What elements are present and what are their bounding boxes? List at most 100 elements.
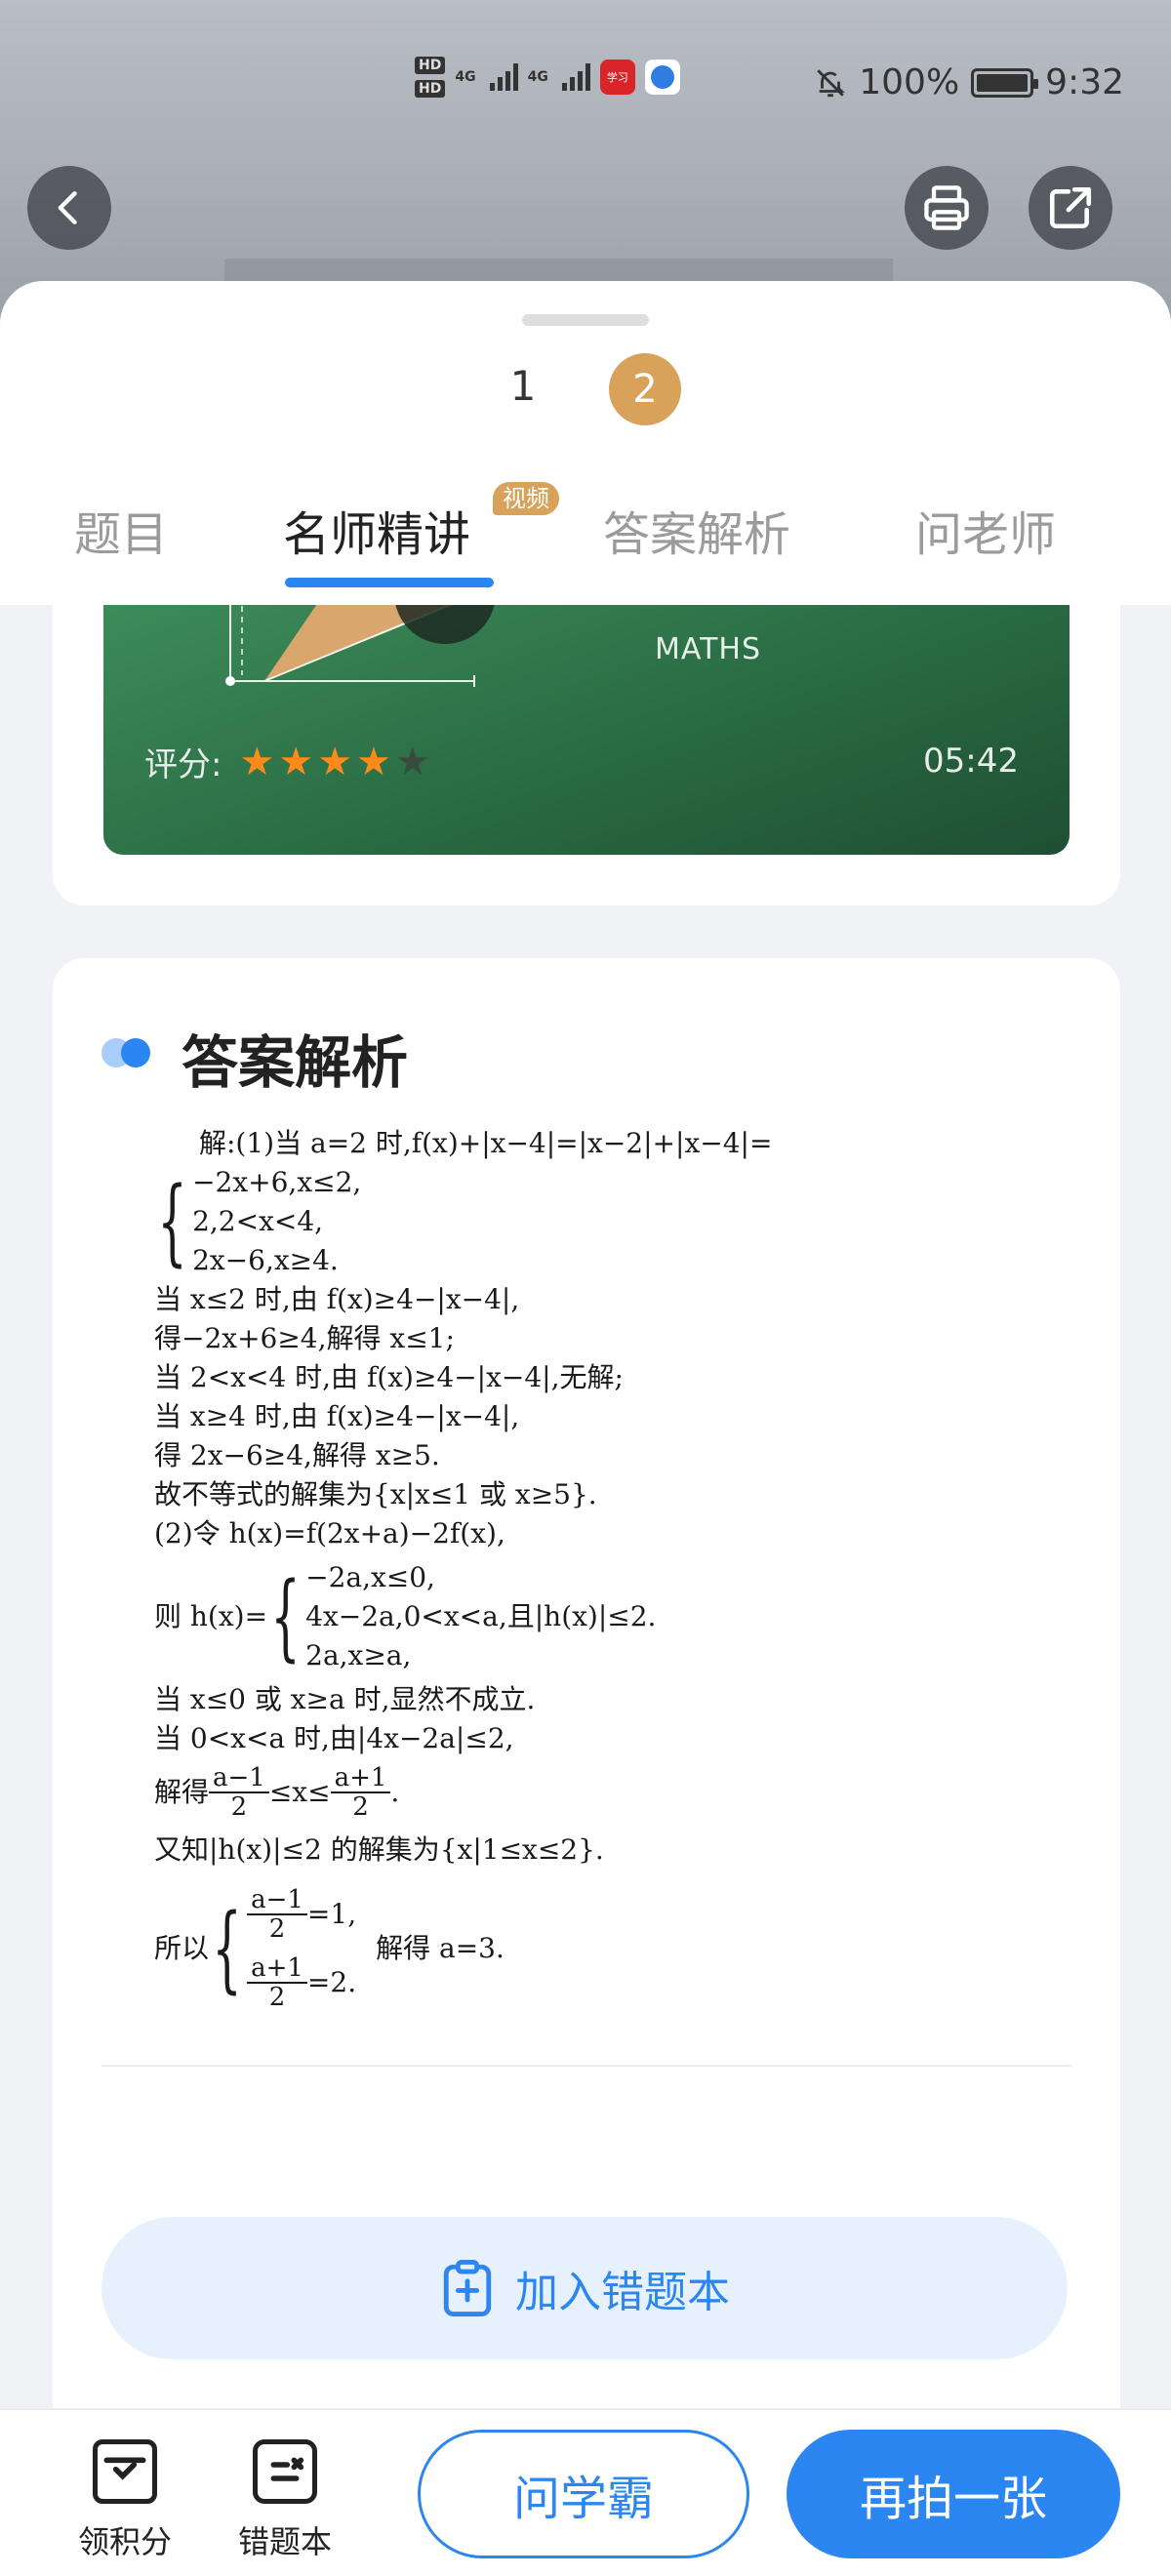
sheet-header: 1 2 题目 名师精讲 视频 答案解析 问老师 xyxy=(0,281,1171,605)
signal-bars-icon xyxy=(489,63,518,91)
fraction-numerator: a−1 xyxy=(247,1886,307,1915)
video-badge: 视频 xyxy=(493,482,559,515)
solution-text: =1, xyxy=(306,1898,357,1930)
video-rating: 评分: ★ ★ ★ ★ ★ xyxy=(144,738,430,785)
drag-handle[interactable] xyxy=(522,314,649,326)
fraction: a+1 2 xyxy=(330,1764,391,1822)
solution-line: 2x−6,x≥4. xyxy=(192,1244,339,1276)
active-tab-indicator xyxy=(285,578,494,587)
signal-bars-icon xyxy=(561,63,590,91)
solution-text: 解得 a=3. xyxy=(376,1932,505,1964)
rating-label: 评分: xyxy=(144,745,222,785)
solution-line: 4x−2a,0<x<a,且|h(x)|≤2. xyxy=(305,1600,657,1632)
tab-question[interactable]: 题目 xyxy=(74,496,168,564)
ask-top-student-button[interactable]: 问学霸 xyxy=(418,2430,749,2558)
solution-line: −2x+6,x≤2, xyxy=(192,1166,362,1198)
earn-points-button[interactable]: 领积分 xyxy=(66,2439,183,2562)
fraction-numerator: a+1 xyxy=(247,1954,307,1984)
battery-icon xyxy=(971,67,1039,98)
wrong-book-icon xyxy=(253,2439,317,2504)
brace-symbol: { xyxy=(157,1167,187,1276)
page-indicator-1[interactable]: 1 xyxy=(496,359,550,414)
solution-text: 所以 xyxy=(154,1932,210,1964)
solution-line: 当 2<x<4 时,由 f(x)≥4−|x−4|,无解; xyxy=(154,1361,624,1393)
print-button[interactable] xyxy=(905,166,989,250)
earn-points-label: 领积分 xyxy=(77,2523,172,2560)
solution-content: 解:(1)当 a=2 时,f(x)+|x−4|=|x−2|+|x−4|= { −… xyxy=(154,1124,1110,2022)
solution-line: 故不等式的解集为{x|x≤1 或 x≥5}. xyxy=(154,1478,597,1510)
section-title: 答案解析 xyxy=(182,1029,409,1096)
fraction: a−1 2 xyxy=(247,1886,307,1943)
add-to-wrong-book-label: 加入错题本 xyxy=(515,2268,730,2317)
bell-off-icon xyxy=(817,68,845,97)
add-to-wrong-book-button[interactable]: 加入错题本 xyxy=(101,2217,1068,2359)
geometry-illustration xyxy=(225,574,729,687)
solution-line: 则 h(x)= xyxy=(154,1600,268,1632)
answer-analysis-card: 答案解析 解:(1)当 a=2 时,f(x)+|x−4|=|x−2|+|x−4|… xyxy=(53,958,1120,2576)
printer-icon xyxy=(924,185,969,230)
section-divider xyxy=(101,2065,1071,2067)
rating-stars: ★ ★ ★ ★ ★ xyxy=(235,743,429,782)
browser-notification-icon xyxy=(644,60,680,95)
calendar-check-icon xyxy=(93,2439,157,2504)
share-button[interactable] xyxy=(1029,166,1112,250)
video-watermark: MATHS xyxy=(655,632,762,666)
solution-text: 解得 xyxy=(154,1776,210,1808)
share-icon xyxy=(1049,186,1092,229)
solution-line: 所以 { a−1 2 =1, a+1 2 =2. 解得 a=3. xyxy=(154,1875,1110,2022)
retake-photo-button[interactable]: 再拍一张 xyxy=(787,2430,1120,2558)
chevron-left-icon xyxy=(58,191,77,224)
wrong-book-label: 错题本 xyxy=(237,2523,332,2560)
brace-symbol: { xyxy=(212,1894,242,2003)
solution-line: 解得 a−1 2 ≤x≤ a+1 2 . xyxy=(154,1758,1110,1827)
solution-line: 得 2x−6≥4,解得 x≥5. xyxy=(154,1439,440,1471)
tab-teacher-lecture[interactable]: 名师精讲 xyxy=(283,496,470,564)
page-indicator-2[interactable]: 2 xyxy=(609,353,681,425)
video-duration: 05:42 xyxy=(923,742,1019,781)
battery-percent: 100% xyxy=(859,62,960,102)
solution-line: 又知|h(x)|≤2 的解集为{x|1≤x≤2}. xyxy=(154,1833,604,1866)
solution-line: (2)令 h(x)=f(2x+a)−2f(x), xyxy=(154,1517,505,1550)
star-filled-icon: ★ xyxy=(356,739,391,785)
solution-line: 得−2x+6≥4,解得 x≤1; xyxy=(154,1322,455,1354)
solution-text: . xyxy=(390,1776,400,1808)
video-thumbnail[interactable]: MATHS 评分: ★ ★ ★ ★ ★ 05:42 xyxy=(103,574,1070,855)
tab-ask-teacher[interactable]: 问老师 xyxy=(915,496,1056,564)
clock: 9:32 xyxy=(1045,62,1124,102)
solution-line: 当 x≤2 时,由 f(x)≥4−|x−4|, xyxy=(154,1283,520,1315)
fraction-denominator: 2 xyxy=(230,1792,248,1822)
network-label-1: 4G xyxy=(455,69,476,85)
solution-text: ≤x≤ xyxy=(268,1776,331,1808)
solution-line: 当 x≥4 时,由 f(x)≥4−|x−4|, xyxy=(154,1400,520,1432)
tab-answer-analysis[interactable]: 答案解析 xyxy=(603,496,790,564)
star-empty-icon: ★ xyxy=(394,739,430,785)
solution-line: 解:(1)当 a=2 时,f(x)+|x−4|=|x−2|+|x−4|= xyxy=(199,1127,773,1159)
fraction-denominator: 2 xyxy=(352,1792,369,1822)
fraction-numerator: a−1 xyxy=(209,1764,269,1793)
app-notification-icon: 学习 xyxy=(599,60,635,95)
section-dot-icon xyxy=(101,1036,156,1069)
fraction-numerator: a+1 xyxy=(330,1764,391,1793)
fraction: a+1 2 xyxy=(247,1954,307,2011)
signal-indicators: HD HD 4G 4G 学习 xyxy=(415,57,680,98)
bottom-bar: 领积分 错题本 问学霸 再拍一张 xyxy=(0,2408,1171,2576)
hd-badge-2: HD xyxy=(415,80,446,98)
network-label-2: 4G xyxy=(527,69,548,85)
solution-line: −2a,x≤0, xyxy=(305,1561,435,1593)
star-filled-icon: ★ xyxy=(278,739,314,785)
hd-badge-1: HD xyxy=(415,57,446,74)
back-button[interactable] xyxy=(27,166,111,250)
fraction-denominator: 2 xyxy=(268,1914,286,1944)
status-bar: HD HD 4G 4G 学习 100% 9:32 xyxy=(0,0,1171,166)
solution-line: 2a,x≥a, xyxy=(305,1639,412,1671)
bottom-sheet: 1 2 题目 名师精讲 视频 答案解析 问老师 MATHS 评分: ★ ★ ★ ★ ★ xyxy=(0,281,1171,2576)
wrong-book-button[interactable]: 错题本 xyxy=(226,2439,343,2562)
solution-line: 当 0<x<a 时,由|4x−2a|≤2, xyxy=(154,1722,514,1754)
clipboard-plus-icon xyxy=(443,2260,492,2317)
star-filled-icon: ★ xyxy=(317,739,353,785)
brace-symbol: { xyxy=(270,1562,301,1671)
fraction: a−1 2 xyxy=(209,1764,269,1821)
fraction-denominator: 2 xyxy=(268,1983,286,2012)
system-status: 100% 9:32 xyxy=(814,62,1124,102)
solution-text: =2. xyxy=(306,1966,357,1998)
